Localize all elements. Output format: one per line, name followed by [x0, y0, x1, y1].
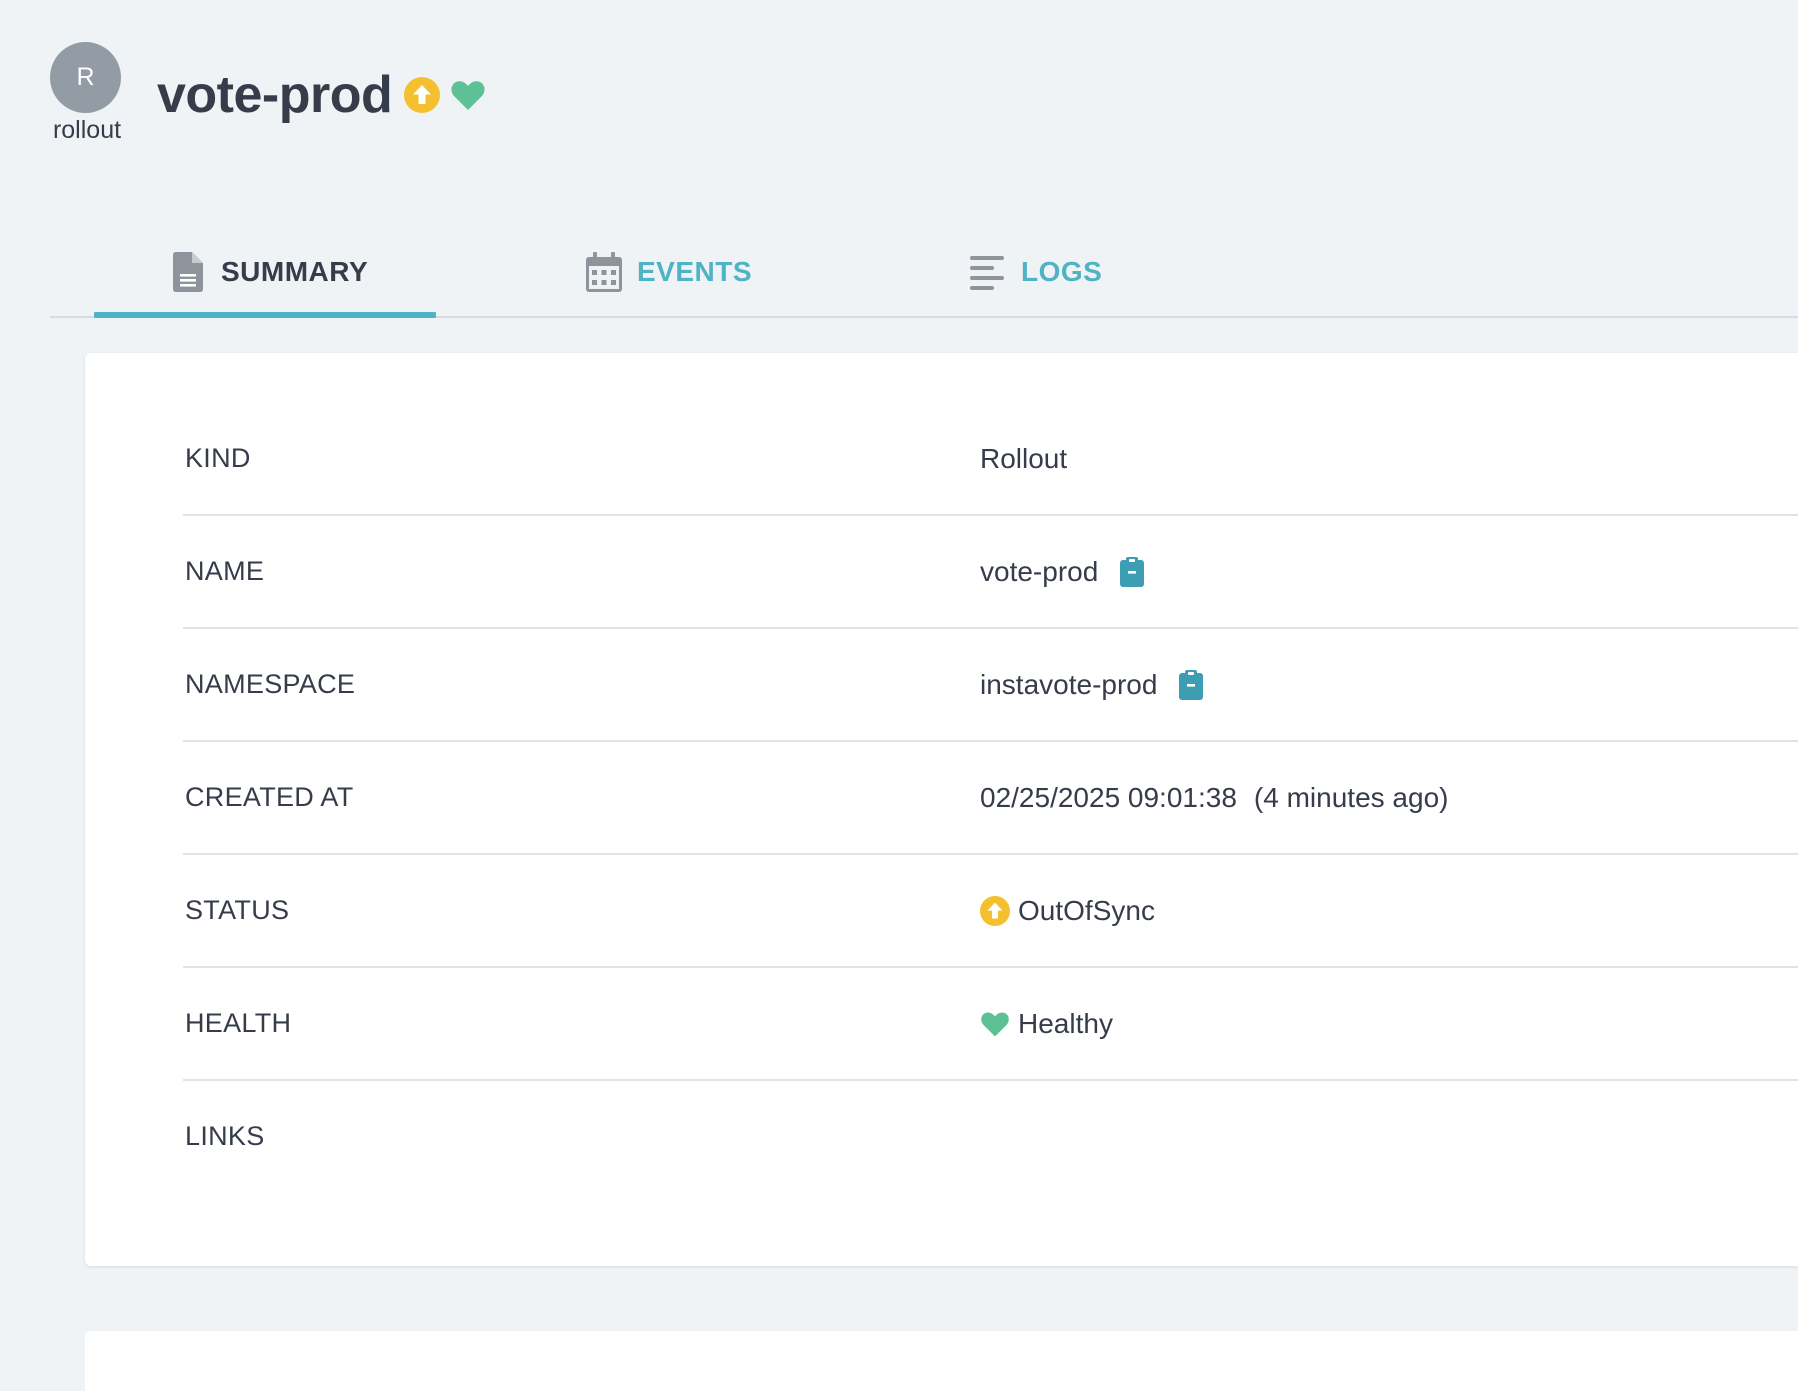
name-key: NAME [185, 556, 265, 586]
tab-events[interactable]: EVENTS [586, 244, 752, 300]
kind-value-text: Rollout [980, 442, 1068, 474]
namespace-value-text: instavote-prod [980, 668, 1158, 700]
name-value-text: vote-prod [980, 555, 1099, 587]
heart-icon [450, 77, 486, 113]
name-value: vote-prod [980, 555, 1145, 588]
kind-avatar: R [50, 42, 121, 113]
links-key: LINKS [185, 1121, 265, 1151]
calendar-icon [586, 251, 622, 293]
next-card [85, 1331, 1798, 1391]
tab-summary-label: SUMMARY [221, 256, 369, 287]
tab-bar: SUMMARY EVENTS LOGS [50, 230, 1798, 318]
active-tab-indicator [94, 312, 436, 318]
copy-namespace-clipboard-icon[interactable] [1179, 669, 1204, 700]
tab-logs-label: LOGS [1021, 256, 1103, 287]
summary-card: KIND Rollout NAME vote-prod NAMESPACE in… [85, 353, 1798, 1266]
summary-table: KIND Rollout NAME vote-prod NAMESPACE in… [183, 403, 1798, 1192]
copy-name-clipboard-icon[interactable] [1120, 556, 1145, 587]
kind-value: Rollout [980, 443, 1067, 475]
summary-row-links: LINKS [183, 1081, 1798, 1192]
summary-row-namespace: NAMESPACE instavote-prod [183, 629, 1798, 742]
tab-logs[interactable]: LOGS [970, 244, 1102, 300]
title-row: vote-prod [157, 62, 496, 128]
created-at-value: 02/25/2025 09:01:38 (4 minutes ago) [980, 782, 1448, 814]
file-icon [170, 251, 206, 293]
arrow-circle-up-icon [980, 895, 1010, 926]
namespace-key: NAMESPACE [185, 669, 356, 699]
status-value: OutOfSync [980, 895, 1155, 927]
created-at-key: CREATED AT [185, 782, 354, 812]
namespace-value: instavote-prod [980, 668, 1204, 701]
resource-header: R rollout vote-prod [0, 0, 1798, 170]
summary-row-status: STATUS OutOfSync [183, 855, 1798, 968]
created-at-relative: (4 minutes ago) [1253, 781, 1449, 813]
kind-label: rollout [52, 116, 122, 144]
summary-row-name: NAME vote-prod [183, 516, 1798, 629]
health-key: HEALTH [185, 1008, 292, 1038]
health-value-text: Healthy [1018, 1007, 1113, 1039]
align-left-icon [970, 251, 1006, 293]
summary-row-kind: KIND Rollout [183, 403, 1798, 516]
tab-summary[interactable]: SUMMARY [170, 244, 368, 300]
kind-avatar-letter: R [76, 63, 95, 91]
status-key: STATUS [185, 895, 290, 925]
arrow-circle-up-icon [404, 77, 441, 113]
status-value-text: OutOfSync [1018, 894, 1155, 926]
kind-key: KIND [185, 443, 251, 473]
page-title: vote-prod [157, 66, 393, 124]
created-at-timestamp: 02/25/2025 09:01:38 [980, 781, 1237, 813]
summary-row-created-at: CREATED AT 02/25/2025 09:01:38 (4 minute… [183, 742, 1798, 855]
summary-row-health: HEALTH Healthy [183, 968, 1798, 1081]
heart-icon [980, 1009, 1010, 1039]
health-value: Healthy [980, 1008, 1113, 1040]
tab-events-label: EVENTS [637, 256, 753, 287]
